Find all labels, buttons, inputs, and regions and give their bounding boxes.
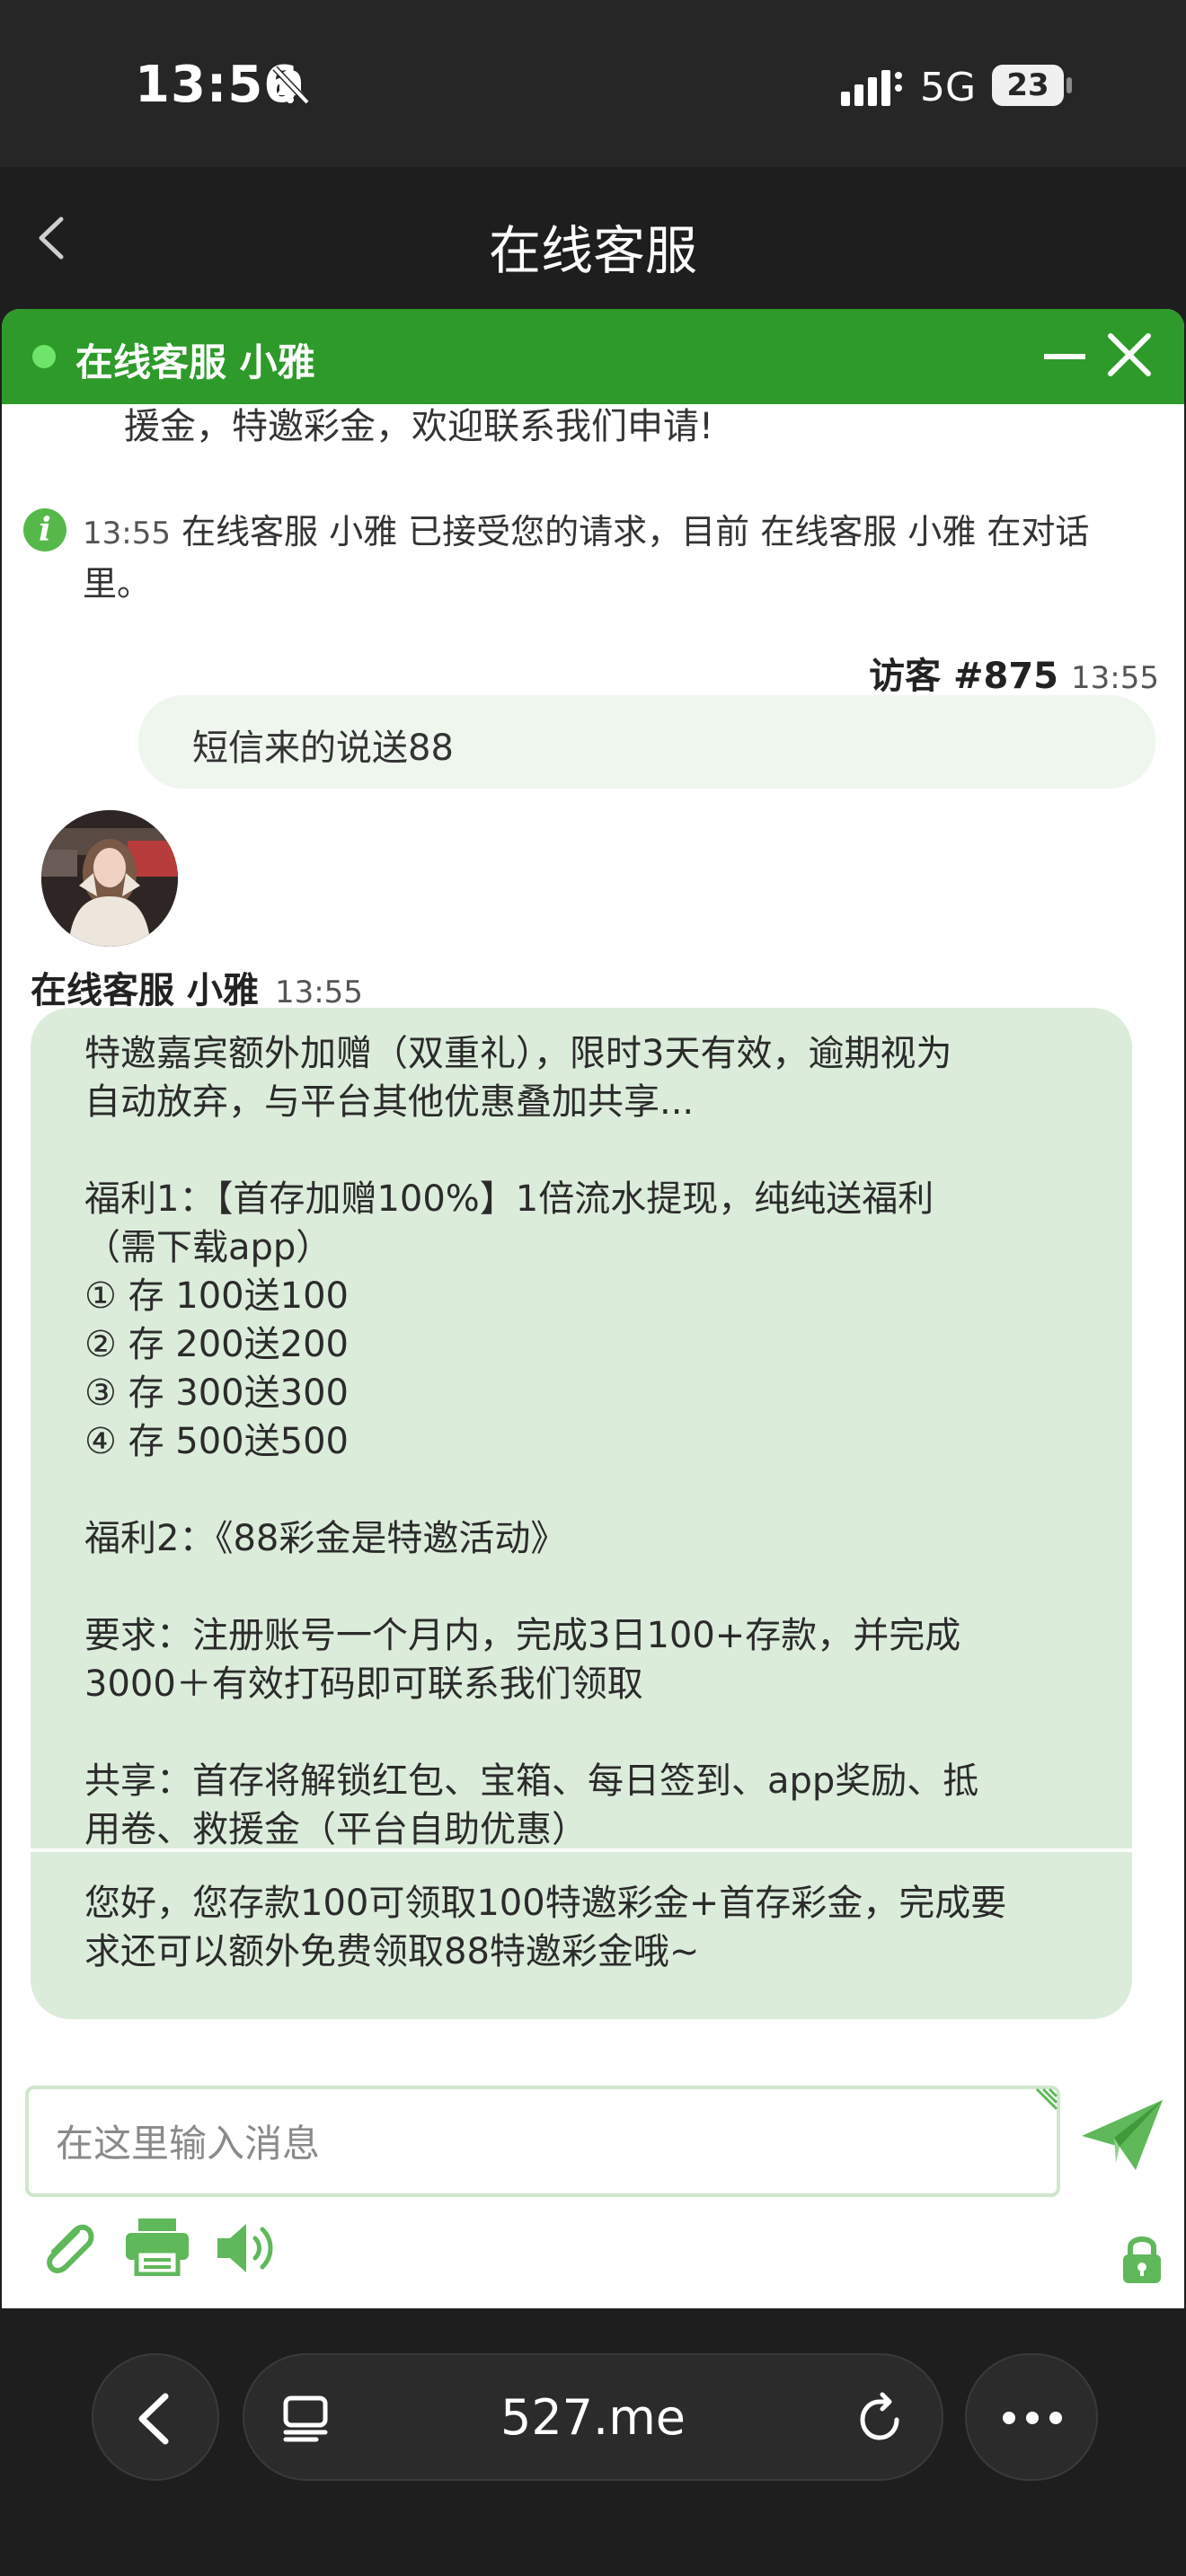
previous-message-fragment: 援金，特邀彩金，欢迎联系我们申请! — [124, 406, 714, 447]
message-line: （需下载app） — [84, 1227, 332, 1268]
message-input[interactable] — [54, 2111, 1010, 2175]
agent-name: 在线客服 小雅 — [31, 970, 259, 1011]
system-notice-text: 在线客服 小雅 已接受您的请求，目前 在线客服 小雅 在对话里。 — [83, 512, 1090, 604]
agent-followup-text: 您好，您存款100可领取100特邀彩金+首存彩金，完成要 求还可以额外免费领取8… — [84, 1879, 1109, 1976]
online-status-dot — [32, 345, 56, 368]
back-chevron-icon — [138, 2393, 169, 2445]
visitor-message-time: 13:55 — [1071, 660, 1159, 696]
signal-icon — [841, 70, 902, 106]
message-line: ④ 存 500送500 — [84, 1421, 349, 1462]
chat-header: 在线客服 小雅 — [2, 309, 1184, 404]
message-line: 共享：首存将解锁红包、宝箱、每日签到、app奖励、抵 — [84, 1760, 979, 1802]
page-title: 在线客服 — [488, 220, 697, 281]
system-notice-time: 13:55 — [83, 516, 171, 551]
visitor-message-bubble: 短信来的说送88 — [138, 695, 1155, 789]
chat-panel: 在线客服 小雅 援金，特邀彩金，欢迎联系我们申请! i 13:55 在线客服 小雅… — [2, 309, 1184, 2308]
chat-history[interactable]: 援金，特邀彩金，欢迎联系我们申请! i 13:55 在线客服 小雅 已接受您的请求… — [2, 404, 1184, 2021]
visitor-message-meta: 访客 #875 13:55 — [869, 647, 1159, 699]
reload-icon[interactable] — [852, 2389, 907, 2445]
message-divider — [31, 1848, 1132, 1852]
paperclip-icon[interactable] — [36, 2217, 99, 2280]
system-notice: 13:55 在线客服 小雅 已接受您的请求，目前 在线客服 小雅 在对话里。 — [83, 507, 1125, 609]
message-line: 要求：注册账号一个月内，完成3日100+存款，并完成 — [84, 1615, 961, 1656]
visitor-name: 访客 #875 — [869, 656, 1059, 697]
send-icon[interactable] — [1078, 2095, 1166, 2175]
browser-toolbar: 527.me — [0, 2308, 1186, 2576]
agent-avatar — [41, 810, 178, 947]
message-line: ③ 存 300送300 — [84, 1372, 349, 1414]
message-line: 求还可以额外免费领取88特邀彩金哦~ — [84, 1931, 700, 1972]
speaker-icon[interactable] — [214, 2217, 284, 2280]
message-line: 3000＋有效打码即可联系我们领取 — [84, 1663, 643, 1705]
address-text: 527.me — [500, 2389, 686, 2446]
network-type: 5G — [920, 65, 977, 110]
message-line: 福利1：【首存加赠100%】1倍流水提现，纯纯送福利 — [84, 1178, 934, 1220]
close-icon[interactable] — [1103, 329, 1155, 381]
chat-header-title: 在线客服 小雅 — [75, 340, 315, 384]
message-line: 您好，您存款100可领取100特邀彩金+首存彩金，完成要 — [84, 1883, 1007, 1924]
status-bar: 13:56 5G 23 — [0, 0, 1186, 167]
message-line: ② 存 200送200 — [84, 1324, 349, 1365]
info-icon: i — [23, 508, 66, 551]
message-line: 特邀嘉宾额外加赠（双重礼），限时3天有效，逾期视为 — [84, 1033, 952, 1074]
battery-level: 23 — [992, 65, 1064, 106]
agent-message-time: 13:55 — [274, 975, 363, 1010]
printer-icon[interactable] — [124, 2217, 190, 2276]
message-line: 福利2：《88彩金是特邀活动》 — [84, 1518, 567, 1559]
more-dots-icon — [1003, 2411, 1073, 2428]
agent-photo — [41, 810, 178, 947]
agent-message-bubble: 特邀嘉宾额外加赠（双重礼），限时3天有效，逾期视为 自动放弃，与平台其他优惠叠加… — [31, 1008, 1132, 2019]
message-composer — [25, 2086, 1060, 2197]
battery-icon: 23 — [992, 65, 1073, 106]
visitor-message-text: 短信来的说送88 — [192, 728, 454, 769]
nav-bar: 在线客服 — [0, 167, 1186, 307]
browser-back-button[interactable] — [92, 2353, 219, 2481]
minimize-button[interactable] — [1044, 354, 1085, 359]
agent-message-meta: 在线客服 小雅 13:55 — [31, 961, 363, 1013]
address-bar[interactable]: 527.me — [243, 2353, 943, 2481]
agent-message-text: 特邀嘉宾额外加赠（双重礼），限时3天有效，逾期视为 自动放弃，与平台其他优惠叠加… — [84, 1029, 1091, 1854]
message-line: 自动放弃，与平台其他优惠叠加共享... — [84, 1081, 695, 1123]
message-line: 用卷、救援金（平台自助优惠） — [84, 1809, 588, 1850]
more-button[interactable] — [965, 2353, 1098, 2481]
lock-icon — [1123, 2236, 1161, 2283]
resize-grip-icon[interactable] — [1028, 2087, 1058, 2118]
message-line: ① 存 100送100 — [84, 1275, 349, 1317]
bell-muted-icon — [272, 66, 310, 105]
